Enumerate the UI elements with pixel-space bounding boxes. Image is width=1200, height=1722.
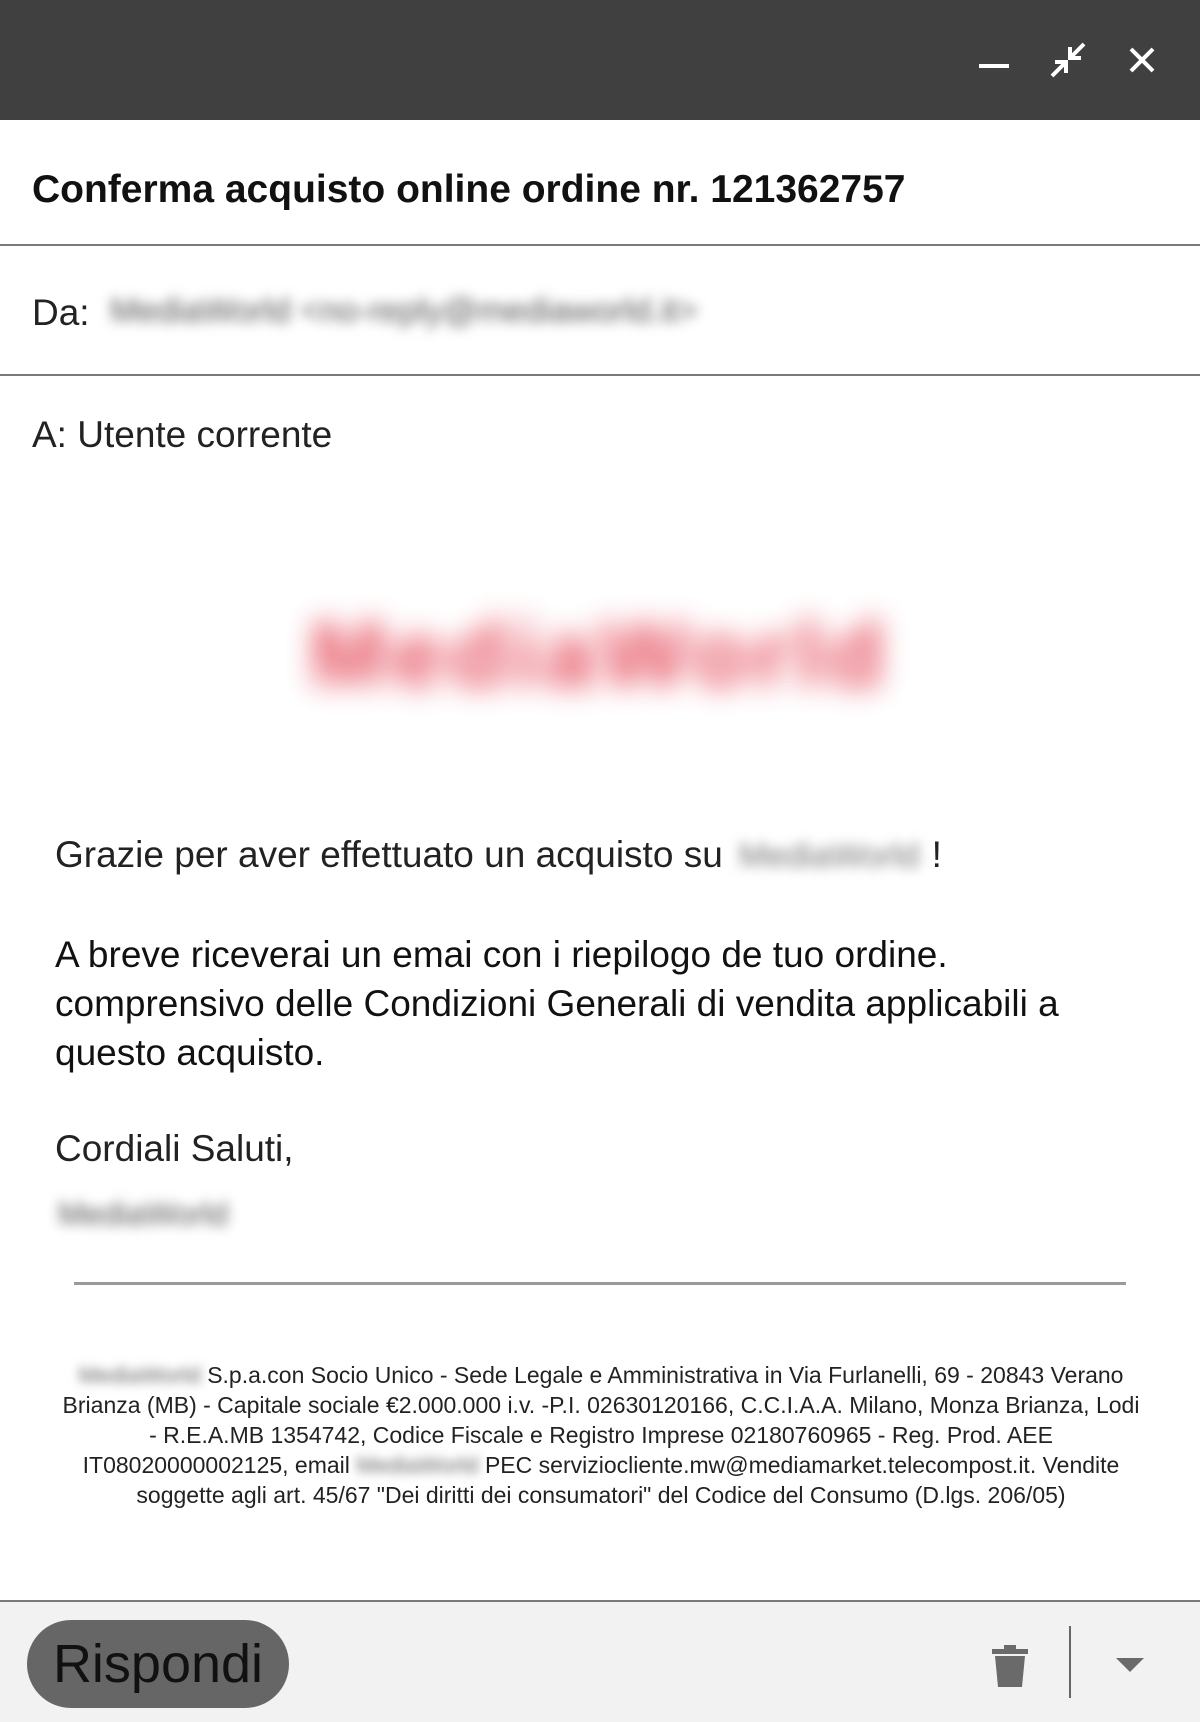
from-row: Da: MediaWorld <no-reply@mediaworld.it> — [0, 248, 1200, 376]
brand-logo-text: MediaWorld — [310, 603, 890, 706]
chevron-down-icon[interactable] — [1110, 1650, 1150, 1680]
from-label: Da: — [32, 292, 90, 333]
trash-icon[interactable] — [990, 1644, 1030, 1688]
recipient-line: A: Utente corrente — [32, 414, 333, 455]
email-subject: Conferma acquisto online ordine nr. 1213… — [32, 168, 906, 211]
shrink-icon[interactable] — [1038, 30, 1098, 90]
closing-text: Cordiali Saluti, — [55, 1128, 294, 1169]
thanks-suffix: ! — [931, 834, 942, 875]
minimize-icon[interactable] — [964, 30, 1024, 90]
window-titlebar — [0, 0, 1200, 120]
divider — [74, 1282, 1126, 1285]
subject-row: Conferma acquisto online ordine nr. 1213… — [0, 120, 1200, 246]
sender-address[interactable]: MediaWorld <no-reply@mediaworld.it> — [110, 292, 698, 331]
close-icon[interactable] — [1112, 30, 1172, 90]
brand-logo: MediaWorld — [180, 590, 1020, 720]
separator — [1069, 1626, 1071, 1698]
legal-company: MediaWorld — [78, 1362, 201, 1388]
legal-email[interactable]: MediaWorld — [356, 1450, 478, 1480]
signature: MediaWorld — [58, 1196, 229, 1232]
thanks-text: Grazie per aver effettuato un acquisto s… — [55, 834, 723, 875]
thanks-line: Grazie per aver effettuato un acquisto s… — [55, 834, 942, 876]
reply-button[interactable]: Rispondi — [27, 1620, 289, 1708]
message-body: A breve riceverai un emai con i riepilog… — [55, 934, 1059, 1073]
legal-footer: MediaWorld S.p.a.con Socio Unico - Sede … — [56, 1360, 1146, 1510]
store-name: MediaWorld — [738, 837, 920, 875]
action-bar: Rispondi — [0, 1600, 1200, 1722]
